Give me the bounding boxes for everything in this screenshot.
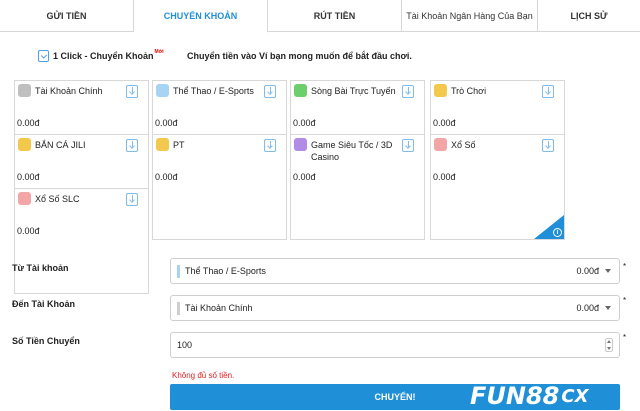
new-badge: Mới bbox=[154, 49, 164, 55]
fast-game-icon bbox=[294, 138, 307, 151]
tab-bar: GỬI TIỀN CHUYỂN KHOẢN RÚT TIỀN Tài Khoản… bbox=[0, 0, 640, 33]
from-account-amount: 0.00đ bbox=[576, 266, 599, 276]
wallet-icon bbox=[18, 84, 31, 97]
brand-suffix: CX bbox=[561, 385, 589, 407]
tab-transfer[interactable]: CHUYỂN KHOẢN bbox=[134, 0, 268, 33]
transfer-in-icon[interactable] bbox=[402, 139, 414, 152]
casino-icon bbox=[294, 84, 307, 97]
to-account-value: Tài Khoản Chính bbox=[185, 303, 253, 313]
wallet-balance: 0.00đ bbox=[293, 172, 316, 182]
wallet-name: Sòng Bài Trực Tuyến bbox=[311, 86, 396, 96]
fishing-icon bbox=[18, 138, 31, 151]
to-account-select[interactable]: Tài Khoản Chính 0.00đ bbox=[170, 295, 620, 321]
transfer-in-icon[interactable] bbox=[126, 85, 138, 98]
wallet-name: Thể Thao / E-Sports bbox=[173, 86, 254, 96]
wallet-balance: 0.00đ bbox=[155, 172, 178, 182]
wallet-name: Xổ Số bbox=[451, 140, 476, 150]
tab-deposit[interactable]: GỬI TIỀN bbox=[0, 0, 134, 32]
brand-watermark: FUN88 CX bbox=[470, 382, 589, 410]
transfer-in-icon[interactable] bbox=[402, 85, 414, 98]
chevron-down-icon bbox=[605, 306, 611, 310]
wallet-card-lottery-slc[interactable]: Xổ Số SLC 0.00đ bbox=[14, 188, 149, 294]
wallet-name: Tài Khoản Chính bbox=[35, 86, 103, 96]
transfer-in-icon[interactable] bbox=[126, 139, 138, 152]
to-account-amount: 0.00đ bbox=[576, 303, 599, 313]
wallet-card-fast-game[interactable]: Game Siêu Tốc / 3D Casino 0.00đ bbox=[290, 134, 425, 240]
one-click-transfer[interactable]: 1 Click - Chuyển Khoản Mới bbox=[38, 49, 164, 62]
tab-history[interactable]: LỊCH SỬ bbox=[538, 0, 640, 32]
wallet-name: PT bbox=[173, 140, 185, 150]
wallet-color-bar bbox=[177, 301, 180, 315]
games-icon bbox=[434, 84, 447, 97]
required-mark: * bbox=[623, 333, 627, 342]
required-mark: * bbox=[623, 296, 627, 305]
pt-icon bbox=[156, 138, 169, 151]
wallet-balance: 0.00đ bbox=[155, 118, 178, 128]
transfer-in-icon[interactable] bbox=[542, 139, 554, 152]
to-account-label: Đến Tài Khoản bbox=[12, 299, 76, 309]
wallet-name: BẮN CÁ JILI bbox=[35, 140, 86, 150]
wallet-balance: 0.00đ bbox=[17, 118, 40, 128]
from-account-label: Từ Tài khoản bbox=[12, 263, 69, 273]
wallet-balance: 0.00đ bbox=[293, 118, 316, 128]
lottery-icon bbox=[434, 138, 447, 151]
instruction-text: Chuyển tiền vào Ví bạn mong muốn để bắt … bbox=[187, 51, 412, 61]
tab-bank-account[interactable]: Tài Khoản Ngân Hàng Của Bạn bbox=[402, 0, 538, 32]
wallet-balance: 0.00đ bbox=[17, 172, 40, 182]
sports-icon bbox=[156, 84, 169, 97]
amount-value: 100 bbox=[177, 340, 193, 350]
wallet-name: Game Siêu Tốc / 3D Casino bbox=[311, 140, 393, 162]
wallet-name: Trò Chơi bbox=[451, 86, 487, 96]
transfer-in-icon[interactable] bbox=[264, 85, 276, 98]
wallet-card-lottery[interactable]: Xổ Số 0.00đ i bbox=[430, 134, 565, 240]
one-click-label: 1 Click - Chuyển Khoản bbox=[53, 51, 154, 61]
wallet-card-pt[interactable]: PT 0.00đ bbox=[152, 134, 287, 240]
transfer-in-icon[interactable] bbox=[264, 139, 276, 152]
lottery-slc-icon bbox=[18, 192, 31, 205]
stepper-down-icon bbox=[607, 347, 611, 350]
from-account-select[interactable]: Thể Thao / E-Sports 0.00đ bbox=[170, 258, 620, 284]
from-account-value: Thể Thao / E-Sports bbox=[185, 266, 266, 276]
chevron-down-icon bbox=[605, 269, 611, 273]
stepper-up-icon bbox=[607, 340, 611, 343]
wallet-balance: 0.00đ bbox=[17, 226, 40, 236]
wallet-name: Xổ Số SLC bbox=[35, 194, 80, 204]
info-icon[interactable]: i bbox=[553, 228, 562, 237]
wallet-balance: 0.00đ bbox=[433, 172, 456, 182]
transfer-in-icon[interactable] bbox=[542, 85, 554, 98]
tab-withdraw[interactable]: RÚT TIỀN bbox=[268, 0, 402, 32]
transfer-in-icon[interactable] bbox=[126, 193, 138, 206]
error-message: Không đủ số tiền. bbox=[172, 371, 235, 380]
amount-label: Số Tiền Chuyển bbox=[12, 336, 80, 346]
required-mark: * bbox=[623, 262, 627, 271]
amount-input[interactable]: 100 bbox=[170, 332, 620, 358]
wallet-balance: 0.00đ bbox=[433, 118, 456, 128]
wallet-color-bar bbox=[177, 264, 180, 278]
brand-main: FUN88 bbox=[470, 382, 560, 410]
number-stepper[interactable] bbox=[605, 338, 613, 352]
download-icon bbox=[38, 50, 49, 62]
